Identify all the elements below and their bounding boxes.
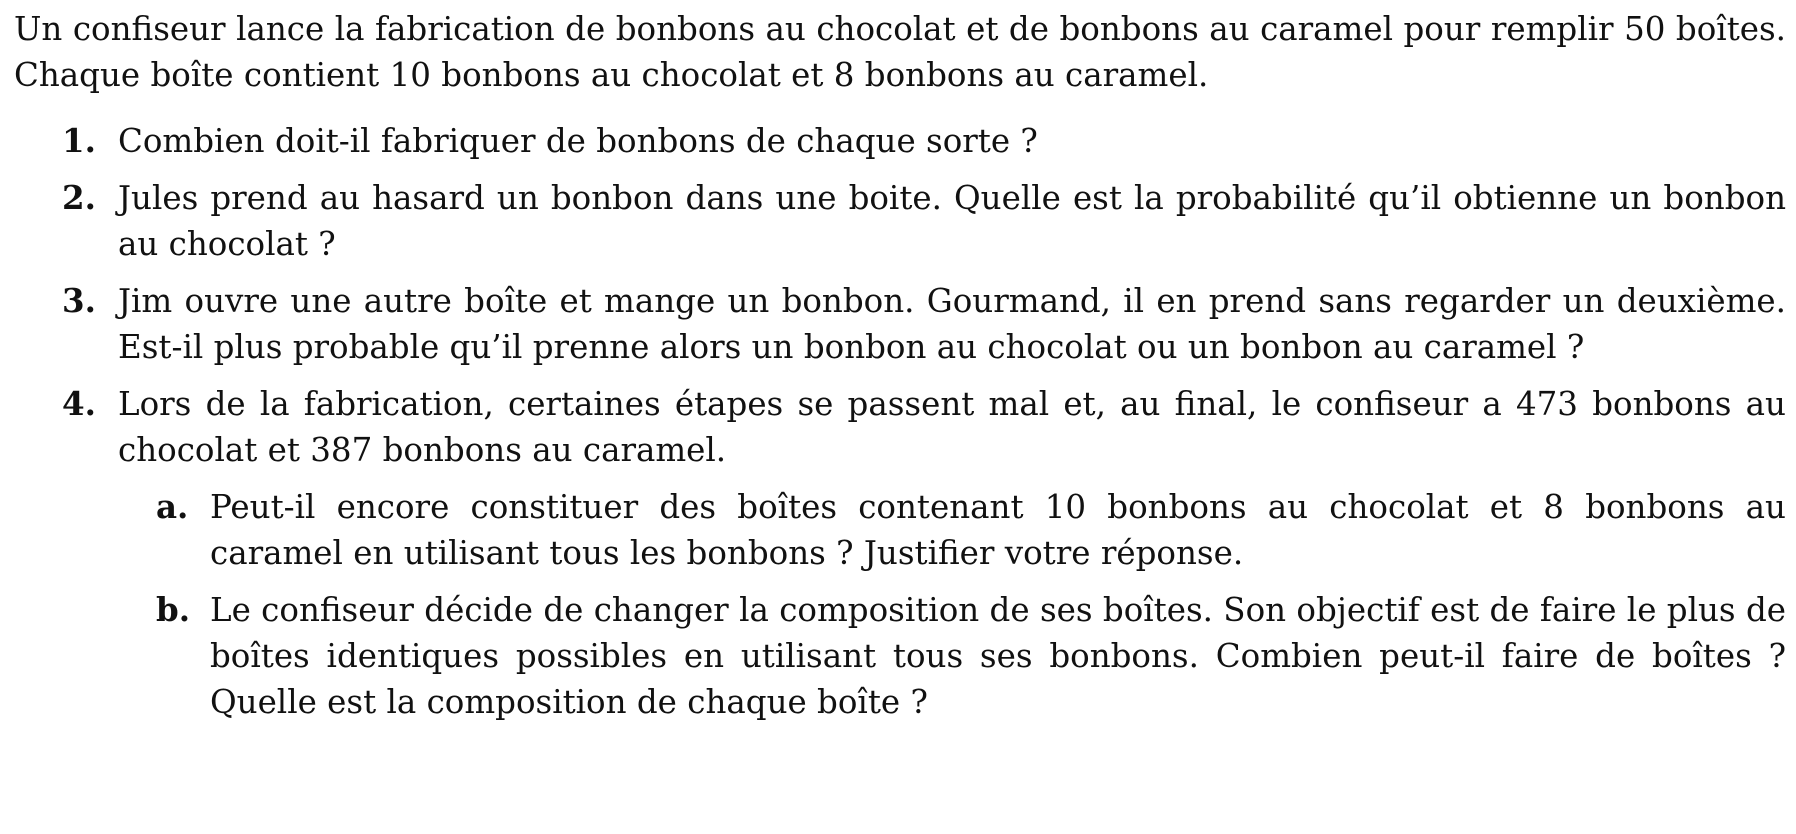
question-text: Jim ouvre une autre boîte et mange un bo… (118, 282, 1786, 366)
question-number: 4. (62, 384, 96, 423)
question-4: 4. Lors de la fabrication, certaines éta… (14, 381, 1786, 473)
question-2: 2. Jules prend au hasard un bonbon dans … (14, 175, 1786, 267)
question-number: 1. (62, 121, 96, 160)
exercise-document: Un confiseur lance la fabrication de bon… (14, 6, 1786, 736)
subquestion-text: Le confiseur décide de changer la compos… (210, 591, 1786, 721)
question-1: 1. Combien doit-il fabriquer de bonbons … (14, 118, 1786, 164)
question-number: 3. (62, 281, 96, 320)
subquestion-letter: b. (156, 590, 191, 629)
exercise-intro: Un confiseur lance la fabrication de bon… (14, 10, 1786, 94)
question-3: 3. Jim ouvre une autre boîte et mange un… (14, 278, 1786, 370)
question-number: 2. (62, 178, 96, 217)
question-4a: a. Peut-il encore constituer des boîtes … (14, 484, 1786, 576)
subquestion-letter: a. (156, 487, 189, 526)
question-4b: b. Le confiseur décide de changer la com… (14, 587, 1786, 725)
question-text: Combien doit-il fabriquer de bonbons de … (118, 122, 1038, 160)
subquestion-text: Peut-il encore constituer des boîtes con… (210, 488, 1786, 572)
question-text: Jules prend au hasard un bonbon dans une… (118, 179, 1786, 263)
question-text: Lors de la fabrication, certaines étapes… (118, 385, 1786, 469)
